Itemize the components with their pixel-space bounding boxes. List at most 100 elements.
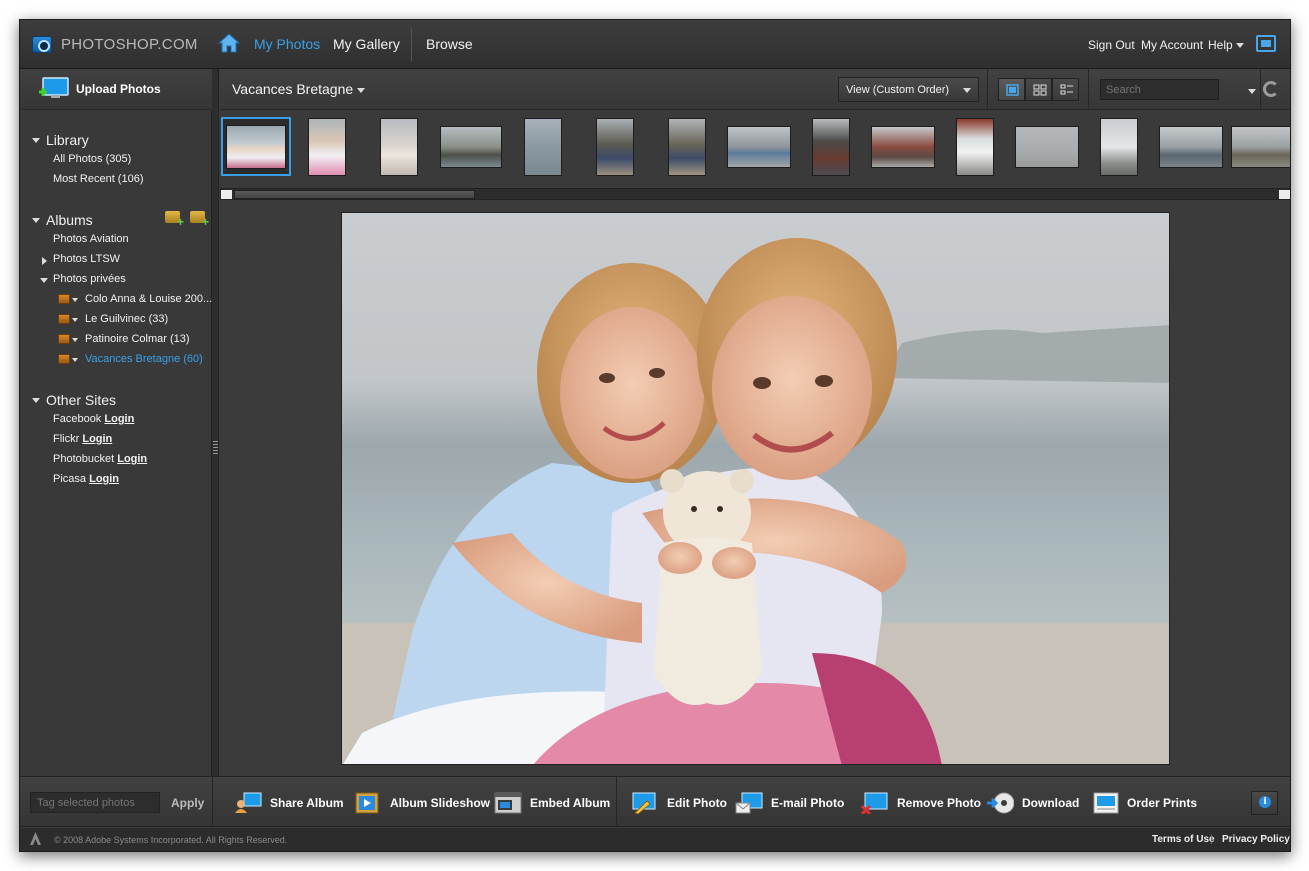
nav-browse[interactable]: Browse [426,36,473,52]
search-options-icon[interactable] [1248,89,1256,94]
picasa-login-link[interactable]: Login [89,473,119,485]
privacy-policy-link[interactable]: Privacy Policy [1222,834,1290,845]
chevron-down-icon[interactable] [72,318,78,322]
thumbnail[interactable] [1098,117,1140,176]
thumbnail[interactable] [1158,117,1224,176]
main-photo[interactable] [341,212,1170,765]
thumbnail[interactable] [1014,117,1080,176]
facebook-login-link[interactable]: Login [104,413,134,425]
filmstrip-scrollbar[interactable] [220,188,1290,200]
single-view-icon [1006,84,1019,96]
thumbnail[interactable] [439,117,503,176]
nav-my-photos[interactable]: My Photos [254,36,320,52]
library-title: Library [46,132,89,148]
chevron-down-icon [963,88,971,93]
flickr-login-link[interactable]: Login [82,433,112,445]
footer: © 2008 Adobe Systems Incorporated. All R… [20,828,1290,851]
album-icon [58,334,70,344]
scroll-thumb[interactable] [234,190,475,199]
albums-section-toggle[interactable]: Albums [32,212,93,228]
site-name: Flickr [53,433,80,445]
album-toolbar: Vacances Bretagne View (Custom Order) [220,69,1290,110]
add-folder-icon[interactable] [165,211,184,228]
list-view-button[interactable] [1052,78,1079,101]
thumbnail[interactable] [1231,117,1290,176]
thumbnail[interactable] [594,117,636,176]
slideshow-icon [355,792,379,814]
expand-triangle-icon [32,137,40,143]
view-order-select[interactable]: View (Custom Order) [838,77,979,102]
expand-triangle-icon [32,217,40,223]
embed-album-label: Embed Album [530,796,611,810]
main-photo-image [342,213,1169,764]
refresh-icon[interactable] [1263,81,1279,97]
thumbnail[interactable] [726,117,792,176]
collapsed-triangle-icon[interactable] [42,257,47,265]
other-site-picasa: Picasa Login [53,473,119,485]
sidebar-item-photos-ltsw[interactable]: Photos LTSW [53,253,120,265]
album-title-dropdown[interactable]: Vacances Bretagne [232,81,366,97]
search-input[interactable] [1100,79,1219,100]
sidebar-splitter[interactable] [212,69,219,776]
share-album-icon [235,792,262,813]
info-icon[interactable] [1251,791,1278,815]
splitter-grip-handle[interactable] [213,441,218,455]
photo-viewer [220,201,1290,776]
tag-photos-input[interactable] [30,792,160,813]
terms-of-use-link[interactable]: Terms of Use [1152,834,1215,845]
site-name: Photobucket [53,453,115,465]
sidebar-item-photos-privees[interactable]: Photos privées [53,273,126,285]
thumbnail[interactable] [522,117,564,176]
logo-text: PHOTOSHOP.COM [61,36,198,53]
grid-view-button[interactable] [1025,78,1052,101]
thumbnail[interactable] [954,117,996,176]
thumbnail[interactable] [870,117,936,176]
thumbnail-selected[interactable] [221,117,291,176]
divider [1088,69,1089,110]
chevron-down-icon[interactable] [72,358,78,362]
share-album-label: Share Album [270,796,344,810]
library-section-toggle[interactable]: Library [32,132,89,148]
fullscreen-icon[interactable] [1256,35,1276,52]
albums-title: Albums [46,212,93,228]
sidebar-item-photos-aviation[interactable]: Photos Aviation [53,233,129,245]
scroll-right-arrow-icon[interactable] [1279,190,1290,199]
single-view-button[interactable] [998,78,1025,101]
add-album-icon[interactable] [190,211,209,228]
expanded-triangle-icon[interactable] [40,278,48,283]
scroll-left-arrow-icon[interactable] [221,190,232,199]
thumbnail[interactable] [378,117,420,176]
action-toolbar: Apply Share Album Album Slideshow Embed … [20,776,1290,827]
home-icon[interactable] [218,33,240,53]
apply-tag-button[interactable]: Apply [171,796,204,810]
sidebar-item-colo-anna-louise[interactable]: Colo Anna & Louise 200... [85,293,212,305]
list-view-icon [1060,84,1073,95]
upload-photos-button[interactable]: Upload Photos [20,69,212,110]
other-site-facebook: Facebook Login [53,413,134,425]
thumbnail[interactable] [666,117,708,176]
sidebar-item-patinoire-colmar[interactable]: Patinoire Colmar (13) [85,333,190,345]
remove-photo-label: Remove Photo [897,796,982,810]
thumbnail[interactable] [306,117,348,176]
help-menu[interactable]: Help [1208,38,1245,52]
other-site-photobucket: Photobucket Login [53,453,147,465]
sidebar-item-most-recent[interactable]: Most Recent (106) [53,173,143,185]
thumbnail[interactable] [810,117,852,176]
edit-photo-label: Edit Photo [667,796,727,810]
chevron-down-icon[interactable] [72,298,78,302]
nav-divider [411,28,412,61]
other-sites-section-toggle[interactable]: Other Sites [32,392,116,408]
album-icon [58,294,70,304]
my-account-link[interactable]: My Account [1141,38,1203,52]
sidebar-item-vacances-bretagne[interactable]: Vacances Bretagne (60) [85,353,203,365]
sidebar-item-all-photos[interactable]: All Photos (305) [53,153,131,165]
order-prints-label: Order Prints [1127,796,1198,810]
sidebar-item-le-guilvinec[interactable]: Le Guilvinec (33) [85,313,168,325]
sign-out-link[interactable]: Sign Out [1088,38,1135,52]
thumbnail-filmstrip [220,110,1290,188]
chevron-down-icon[interactable] [72,338,78,342]
nav-my-gallery[interactable]: My Gallery [333,36,400,52]
album-title: Vacances Bretagne [232,81,354,97]
photobucket-login-link[interactable]: Login [117,453,147,465]
album-icon [58,314,70,324]
